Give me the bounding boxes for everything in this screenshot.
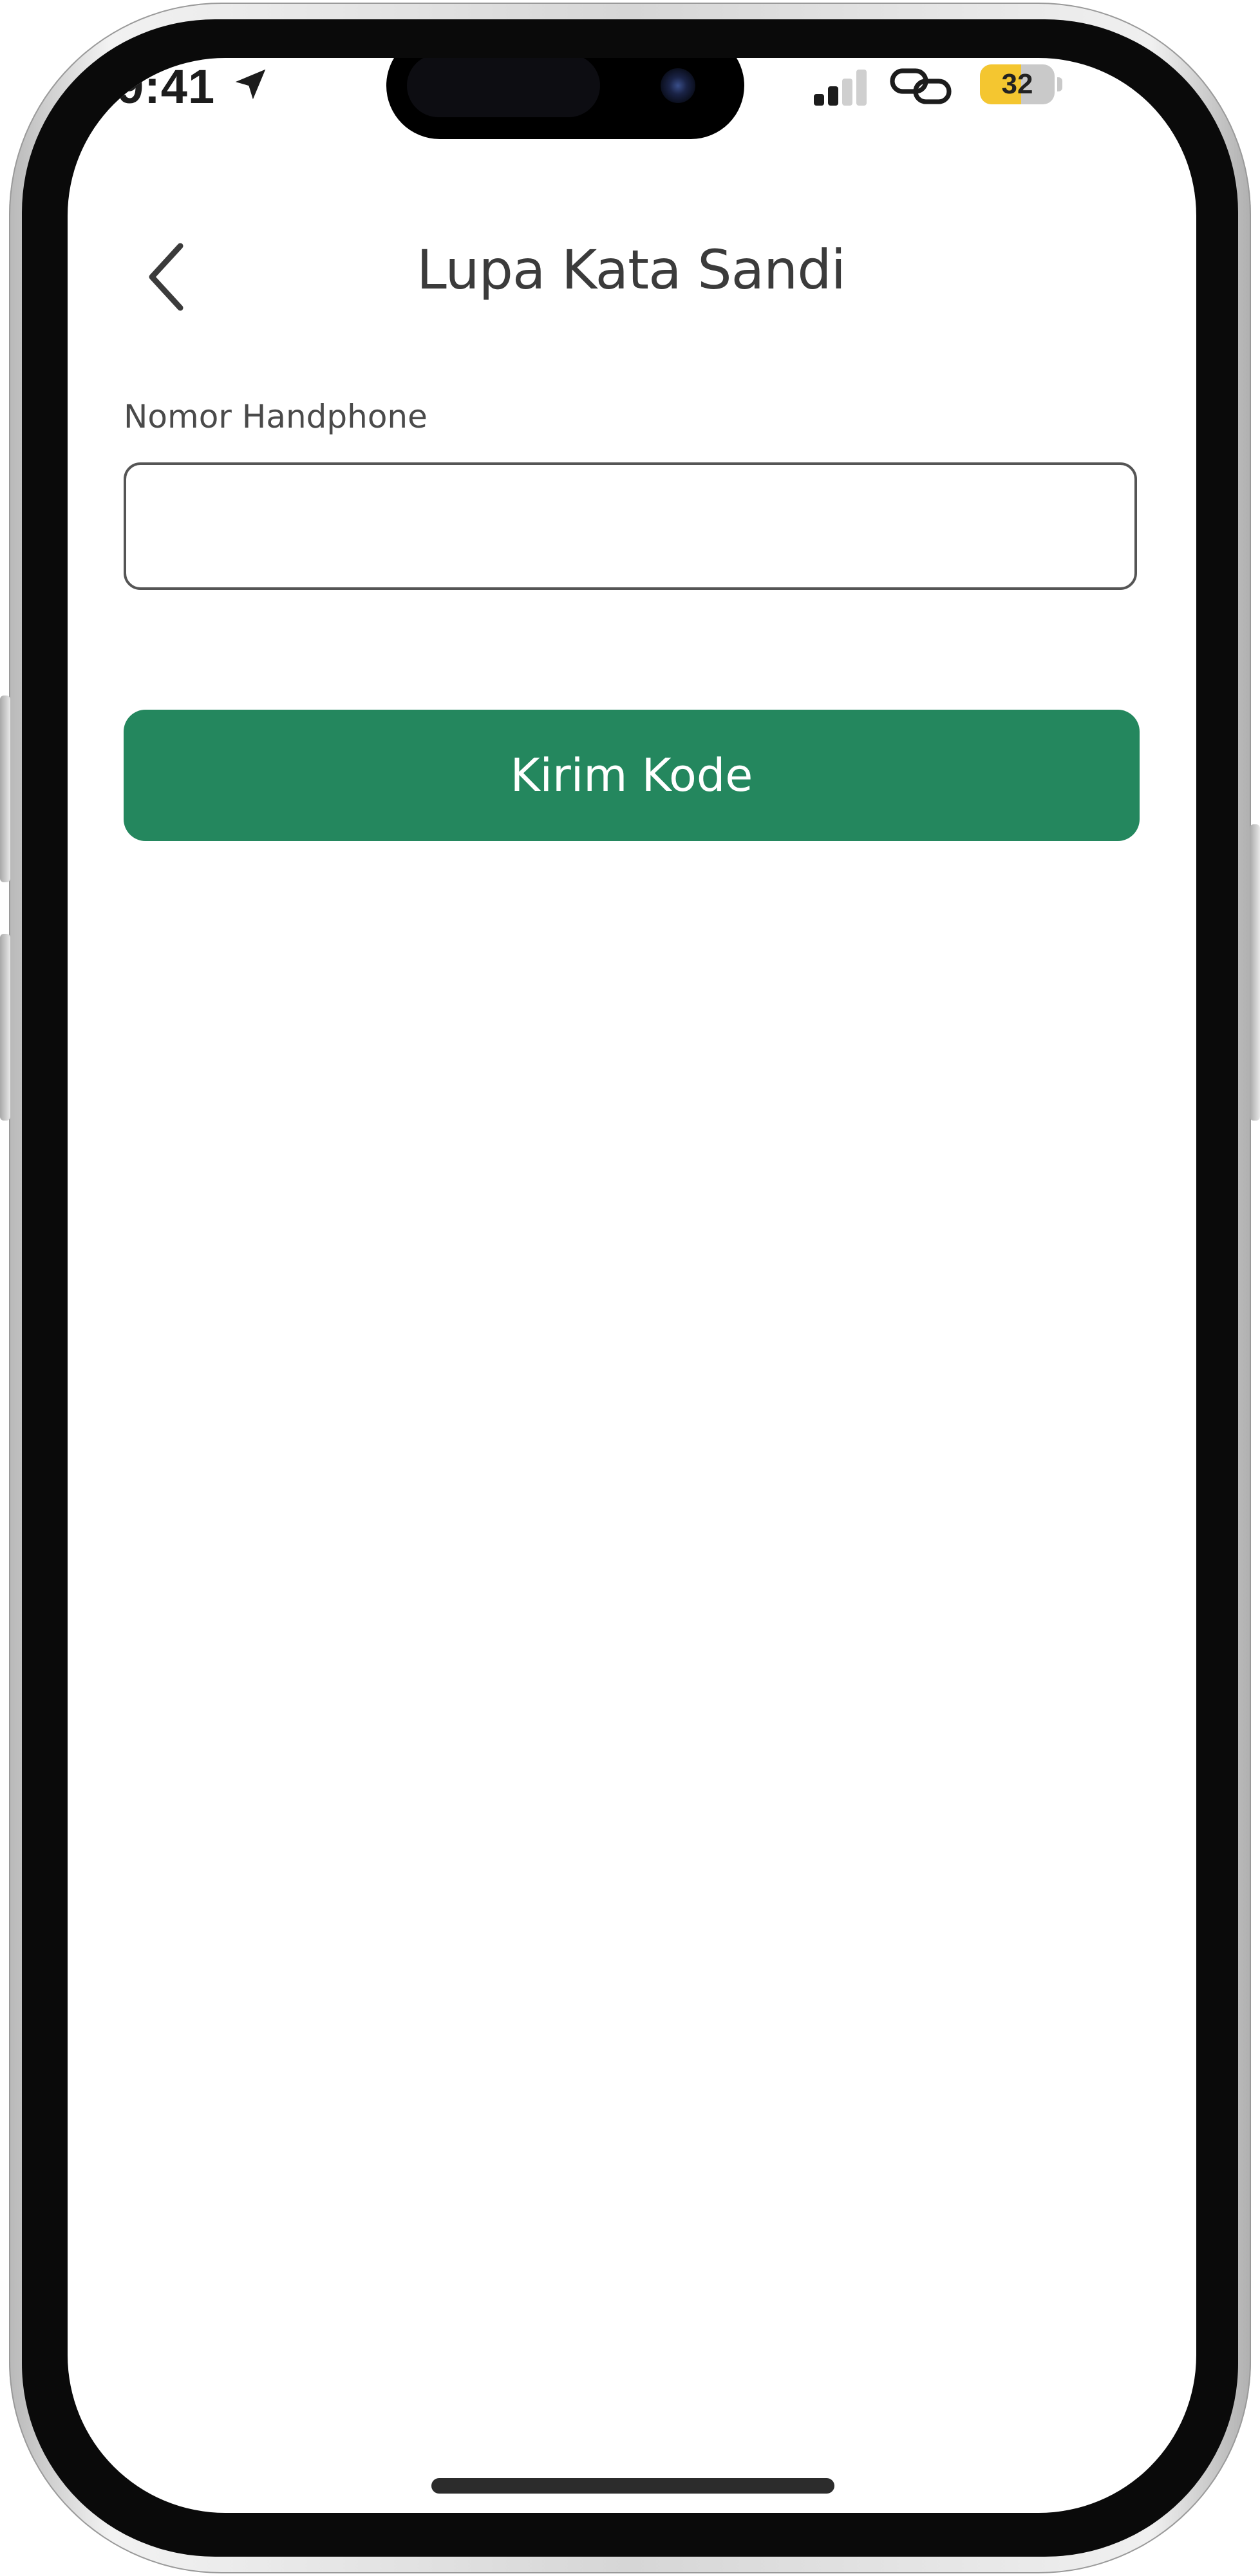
link-icon	[890, 68, 952, 104]
page-title: Lupa Kata Sandi	[417, 238, 846, 301]
battery-cap	[1057, 77, 1062, 91]
dynamic-island	[386, 58, 744, 139]
back-button[interactable]	[129, 232, 206, 322]
side-button	[1250, 824, 1260, 1121]
island-sensor	[407, 58, 600, 117]
front-camera-icon	[661, 68, 695, 103]
home-indicator[interactable]	[431, 2478, 834, 2494]
cellular-signal-icon	[814, 70, 867, 106]
battery-icon: 32	[980, 64, 1055, 104]
battery-level: 32	[1001, 68, 1033, 100]
send-code-button[interactable]: Kirim Kode	[124, 710, 1140, 841]
location-arrow-icon	[235, 69, 266, 100]
chevron-left-icon	[149, 243, 183, 311]
screen: 9:41 32 Lupa Kata Sandi Nomor Handphone …	[68, 58, 1196, 2513]
phone-number-label: Nomor Handphone	[124, 398, 428, 435]
phone-number-input[interactable]	[124, 462, 1137, 590]
action-button	[0, 696, 10, 882]
volume-up-button	[0, 934, 10, 1121]
status-time: 9:41	[117, 60, 216, 113]
